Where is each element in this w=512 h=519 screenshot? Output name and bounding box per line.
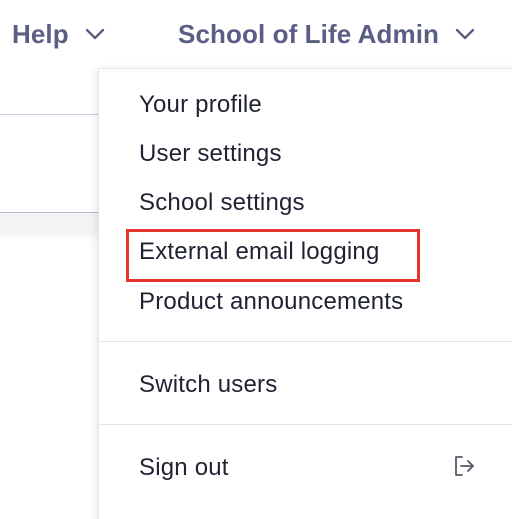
account-dropdown-menu: Your profile User settings School settin… <box>98 68 512 519</box>
menu-item-switch-users[interactable]: Switch users <box>139 370 277 400</box>
menu-item-external-email-logging[interactable]: External email logging <box>139 237 380 267</box>
menu-item-school-settings[interactable]: School settings <box>139 188 305 218</box>
menu-item-user-settings[interactable]: User settings <box>139 139 282 169</box>
menu-item-sign-out[interactable]: Sign out <box>139 453 229 483</box>
top-navigation: Help School of Life Admin <box>0 0 512 70</box>
logout-icon[interactable] <box>451 453 477 479</box>
account-menu-button[interactable]: School of Life Admin <box>178 14 477 54</box>
background-page <box>0 70 100 502</box>
help-label: Help <box>12 18 69 49</box>
background-panel <box>0 212 100 233</box>
menu-divider <box>99 341 512 342</box>
menu-item-product-announcements[interactable]: Product announcements <box>139 287 403 317</box>
menu-item-your-profile[interactable]: Your profile <box>139 90 262 120</box>
chevron-down-icon <box>83 22 107 46</box>
help-menu-button[interactable]: Help <box>12 14 107 54</box>
menu-divider <box>99 424 512 425</box>
chevron-down-icon <box>453 22 477 46</box>
account-label: School of Life Admin <box>178 18 440 49</box>
background-divider <box>0 114 100 115</box>
